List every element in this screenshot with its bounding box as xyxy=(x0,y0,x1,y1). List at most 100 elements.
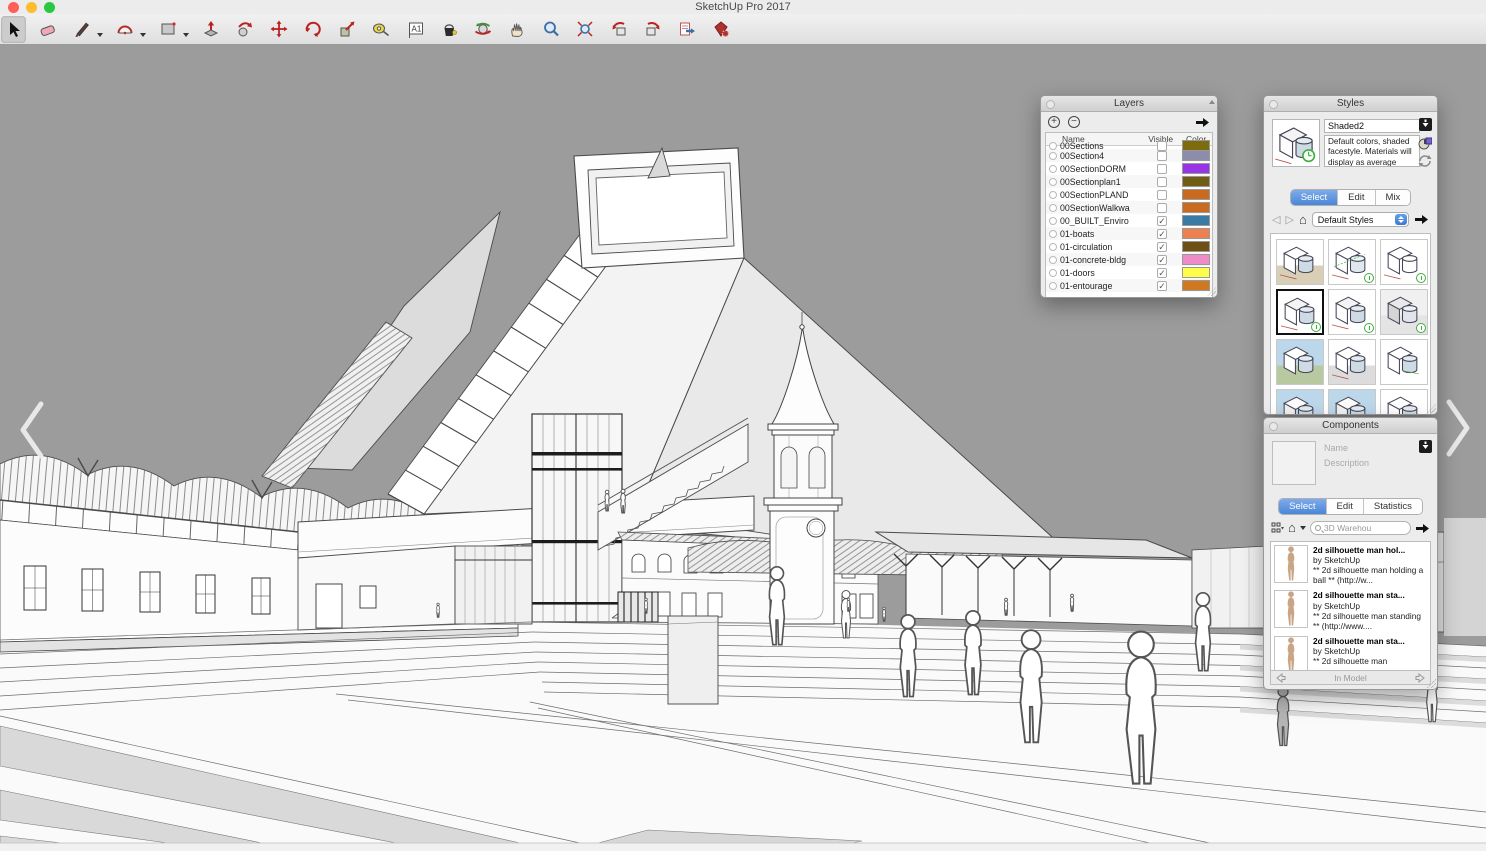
layer-row[interactable]: 01-concrete-bldg✓ xyxy=(1046,253,1212,266)
layer-color-swatch[interactable] xyxy=(1182,228,1210,239)
style-thumbnail[interactable] xyxy=(1380,339,1428,385)
scene-prev-arrow[interactable] xyxy=(14,398,50,462)
warehouse-search-input[interactable]: 3D Warehou xyxy=(1310,521,1411,535)
tool-zoom-button[interactable] xyxy=(538,16,563,43)
panel-close-icon[interactable] xyxy=(1269,100,1278,109)
update-style-button[interactable] xyxy=(1418,136,1432,150)
visible-checkbox[interactable] xyxy=(1157,151,1167,161)
visible-checkbox[interactable] xyxy=(1157,177,1167,187)
visible-checkbox[interactable]: ✓ xyxy=(1157,281,1167,291)
layer-color-swatch[interactable] xyxy=(1182,280,1210,291)
current-layer-radio[interactable] xyxy=(1049,165,1057,173)
tool-next-view-button[interactable] xyxy=(640,16,665,43)
layer-row[interactable]: 00SectionWalkwa xyxy=(1046,201,1212,214)
dropdown-stepper-icon[interactable] xyxy=(1395,214,1407,225)
style-thumbnail[interactable] xyxy=(1276,239,1324,285)
layer-color-swatch[interactable] xyxy=(1182,176,1210,187)
tab-mix[interactable]: Mix xyxy=(1376,190,1411,205)
create-style-button[interactable] xyxy=(1419,118,1432,131)
current-layer-radio[interactable] xyxy=(1049,152,1057,160)
layer-row[interactable]: 00SectionPLAND xyxy=(1046,188,1212,201)
styles-panel-title[interactable]: Styles xyxy=(1264,96,1437,112)
tool-eraser-button[interactable] xyxy=(35,16,60,43)
resize-grip[interactable] xyxy=(1427,404,1436,413)
scene-next-arrow[interactable] xyxy=(1440,396,1476,460)
arc-dropdown-caret[interactable] xyxy=(140,33,146,37)
visible-checkbox[interactable] xyxy=(1157,164,1167,174)
visible-checkbox[interactable]: ✓ xyxy=(1157,216,1167,226)
layer-row[interactable]: 00Section4 xyxy=(1046,149,1212,162)
add-layer-button[interactable]: + xyxy=(1048,116,1060,128)
visible-checkbox[interactable] xyxy=(1157,141,1167,151)
components-detail-arrow-icon[interactable] xyxy=(1415,522,1430,535)
home-icon[interactable]: ⌂ xyxy=(1299,214,1307,226)
forward-arrow-icon[interactable]: ▷ xyxy=(1285,215,1293,225)
tool-line-button[interactable] xyxy=(69,16,94,43)
style-thumbnail[interactable] xyxy=(1276,339,1324,385)
panel-close-icon[interactable] xyxy=(1046,100,1055,109)
style-thumbnail[interactable] xyxy=(1328,389,1376,415)
visible-checkbox[interactable] xyxy=(1157,203,1167,213)
tool-paint-bucket-button[interactable] xyxy=(436,16,461,43)
components-panel-title[interactable]: Components xyxy=(1264,418,1437,434)
create-component-button[interactable] xyxy=(1419,440,1432,453)
layer-color-swatch[interactable] xyxy=(1182,267,1210,278)
tool-previous-view-button[interactable] xyxy=(606,16,631,43)
layer-row[interactable]: 00_BUILT_Enviro✓ xyxy=(1046,214,1212,227)
in-model-home-icon[interactable]: ⌂ xyxy=(1288,522,1296,534)
current-layer-radio[interactable] xyxy=(1049,256,1057,264)
back-arrow-icon[interactable]: ◁ xyxy=(1272,215,1280,225)
style-thumbnail[interactable] xyxy=(1380,389,1428,415)
layer-color-swatch[interactable] xyxy=(1182,254,1210,265)
tool-zoom-extents-button[interactable] xyxy=(572,16,597,43)
layer-row[interactable]: 01-circulation✓ xyxy=(1046,240,1212,253)
layer-color-swatch[interactable] xyxy=(1182,202,1210,213)
style-thumbnail[interactable] xyxy=(1328,239,1376,285)
style-collection-dropdown[interactable]: Default Styles xyxy=(1312,212,1409,227)
tool-scale-button[interactable] xyxy=(334,16,359,43)
tool-text-button[interactable]: A1 xyxy=(402,16,427,43)
layer-row[interactable]: 01-entourage✓ xyxy=(1046,279,1212,292)
rectangle-dropdown-caret[interactable] xyxy=(183,33,189,37)
tool-rectangle-button[interactable] xyxy=(155,16,180,43)
refresh-styles-icon[interactable] xyxy=(1418,154,1432,168)
page-forward-icon[interactable] xyxy=(1415,673,1426,683)
tool-extension-warehouse-button[interactable] xyxy=(708,16,733,43)
current-layer-radio[interactable] xyxy=(1049,204,1057,212)
remove-layer-button[interactable]: − xyxy=(1068,116,1080,128)
tool-pan-button[interactable] xyxy=(504,16,529,43)
style-thumbnail[interactable] xyxy=(1328,339,1376,385)
visible-checkbox[interactable]: ✓ xyxy=(1157,242,1167,252)
visible-checkbox[interactable]: ✓ xyxy=(1157,268,1167,278)
current-layer-radio[interactable] xyxy=(1049,243,1057,251)
current-layer-radio[interactable] xyxy=(1049,178,1057,186)
tool-follow-me-button[interactable] xyxy=(232,16,257,43)
component-list-item[interactable]: 2d silhouette man hol...by SketchUp** 2d… xyxy=(1271,542,1430,587)
style-description-field[interactable]: Default colors, shaded facestyle. Materi… xyxy=(1324,135,1420,167)
layer-row[interactable]: 01-boats✓ xyxy=(1046,227,1212,240)
resize-grip[interactable] xyxy=(1427,679,1436,688)
layer-color-swatch[interactable] xyxy=(1182,215,1210,226)
layer-color-swatch[interactable] xyxy=(1182,150,1210,161)
style-name-field[interactable]: Shaded2 xyxy=(1324,119,1420,133)
component-list-item[interactable]: 2d silhouette man sta...by SketchUp** 2d… xyxy=(1271,587,1430,632)
view-options-icon[interactable] xyxy=(1271,522,1284,534)
layers-panel-title[interactable]: Layers xyxy=(1041,96,1217,112)
layer-row[interactable]: 00SectionDORM xyxy=(1046,162,1212,175)
tab-select[interactable]: Select xyxy=(1279,499,1326,514)
visible-checkbox[interactable]: ✓ xyxy=(1157,229,1167,239)
style-thumbnail[interactable] xyxy=(1380,239,1428,285)
tool-arc-button[interactable] xyxy=(112,16,137,43)
visible-checkbox[interactable]: ✓ xyxy=(1157,255,1167,265)
layer-row[interactable]: 00Sectionplan1 xyxy=(1046,175,1212,188)
tab-statistics[interactable]: Statistics xyxy=(1364,499,1422,514)
tool-move-button[interactable] xyxy=(266,16,291,43)
layer-row[interactable]: 01-doors✓ xyxy=(1046,266,1212,279)
style-thumbnail[interactable] xyxy=(1276,289,1324,335)
current-layer-radio[interactable] xyxy=(1049,282,1057,290)
layer-color-swatch[interactable] xyxy=(1182,189,1210,200)
line-dropdown-caret[interactable] xyxy=(97,33,103,37)
tab-select[interactable]: Select xyxy=(1291,190,1338,205)
component-list-item[interactable]: 2d silhouette man sta...by SketchUp** 2d… xyxy=(1271,633,1430,671)
current-layer-radio[interactable] xyxy=(1049,269,1057,277)
